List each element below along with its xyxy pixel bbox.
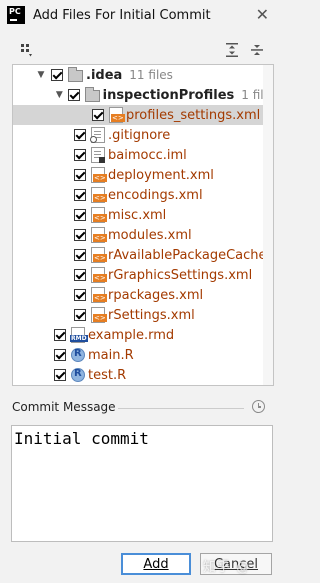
iml-file-icon	[91, 147, 105, 163]
collapse-all-icon[interactable]	[249, 42, 265, 58]
chevron-down-icon[interactable]: ▼	[35, 70, 47, 80]
gitignore-file-icon	[90, 127, 105, 143]
checkbox[interactable]	[67, 89, 80, 101]
chevron-down-icon[interactable]: ▼	[55, 90, 64, 100]
tree-row-inspectionprofiles[interactable]: ▼ inspectionProfiles 1 file	[13, 85, 271, 105]
commit-message-label: Commit Message	[12, 400, 116, 414]
tree-row-rgraphicssettings[interactable]: rGraphicsSettings.xml	[13, 265, 271, 285]
tree-row-modules[interactable]: modules.xml	[13, 225, 271, 245]
xml-file-icon	[91, 207, 107, 223]
tree-row-rsettings[interactable]: rSettings.xml	[13, 305, 271, 325]
file-tree[interactable]: ▼ .idea 11 files ▼ inspectionProfiles 1 …	[12, 64, 274, 386]
pycharm-logo-icon: PC	[7, 6, 25, 24]
folder-icon	[84, 87, 100, 102]
tree-row-encodings[interactable]: encodings.xml	[13, 185, 271, 205]
tree-row-main-r[interactable]: main.R	[13, 345, 271, 365]
file-count: 11 files	[129, 68, 173, 82]
r-file-icon	[71, 368, 85, 382]
row-name: encodings.xml	[108, 187, 203, 203]
checkbox[interactable]	[74, 269, 86, 281]
checkbox[interactable]	[74, 149, 86, 161]
tree-row-iml[interactable]: baimocc.iml	[13, 145, 271, 165]
row-name: modules.xml	[108, 227, 192, 243]
folder-icon	[68, 67, 83, 82]
checkbox[interactable]	[74, 289, 86, 301]
row-name: .idea	[86, 67, 123, 83]
xml-file-icon	[91, 187, 107, 203]
tree-row-rpackages[interactable]: rpackages.xml	[13, 285, 271, 305]
row-name: inspectionProfiles	[102, 87, 235, 103]
checkbox[interactable]	[51, 69, 63, 81]
row-name: baimocc.iml	[108, 147, 187, 163]
toolbar	[0, 38, 285, 62]
tree-row-gitignore[interactable]: .gitignore	[13, 125, 271, 145]
row-name: .gitignore	[108, 127, 171, 143]
row-name: rAvailablePackageCache.xml	[108, 247, 273, 263]
checkbox[interactable]	[54, 349, 66, 361]
dialog-title: Add Files For Initial Commit	[33, 7, 211, 23]
expand-all-icon[interactable]	[224, 42, 240, 58]
tree-row-example-rmd[interactable]: example.rmd	[13, 325, 271, 345]
row-name: profiles_settings.xml	[126, 107, 261, 123]
row-name: example.rmd	[88, 327, 175, 343]
checkbox[interactable]	[74, 189, 86, 201]
checkbox[interactable]	[74, 209, 86, 221]
clock-icon[interactable]	[252, 400, 265, 413]
r-file-icon	[71, 348, 85, 362]
xml-file-icon	[91, 307, 107, 323]
xml-file-icon	[91, 167, 107, 183]
close-icon[interactable]: ✕	[256, 5, 269, 24]
group-by-icon[interactable]	[19, 42, 35, 58]
checkbox[interactable]	[74, 249, 86, 261]
rmd-file-icon	[70, 327, 88, 343]
section-divider	[118, 408, 244, 409]
tree-row-idea[interactable]: ▼ .idea 11 files	[13, 65, 271, 85]
row-name: deployment.xml	[108, 167, 214, 183]
commit-message-input[interactable]: Initial commit	[11, 425, 273, 542]
row-name: test.R	[88, 367, 127, 383]
watermark: 知乎 @	[203, 560, 251, 575]
row-name: misc.xml	[108, 207, 167, 223]
xml-file-icon	[91, 247, 107, 263]
add-button[interactable]: Add	[121, 553, 191, 575]
tree-row-profiles-settings[interactable]: profiles_settings.xml	[13, 105, 271, 125]
row-name: main.R	[88, 347, 134, 363]
title-bar: PC Add Files For Initial Commit ✕	[0, 0, 285, 30]
tree-scrollbar[interactable]	[263, 65, 273, 385]
tree-row-misc[interactable]: misc.xml	[13, 205, 271, 225]
checkbox[interactable]	[74, 129, 86, 141]
row-name: rpackages.xml	[108, 287, 204, 303]
tree-row-deployment[interactable]: deployment.xml	[13, 165, 271, 185]
row-name: rGraphicsSettings.xml	[108, 267, 253, 283]
checkbox[interactable]	[74, 309, 86, 321]
tree-row-ravailablepackagecache[interactable]: rAvailablePackageCache.xml	[13, 245, 273, 265]
checkbox[interactable]	[54, 369, 66, 381]
checkbox[interactable]	[92, 109, 104, 121]
checkbox[interactable]	[74, 169, 86, 181]
checkbox[interactable]	[54, 329, 66, 341]
xml-file-icon	[91, 267, 107, 283]
tree-row-test-r[interactable]: test.R	[13, 365, 271, 385]
checkbox[interactable]	[74, 229, 86, 241]
xml-file-icon	[91, 227, 107, 243]
xml-file-icon	[109, 107, 125, 123]
row-name: rSettings.xml	[108, 307, 195, 323]
xml-file-icon	[91, 287, 107, 303]
